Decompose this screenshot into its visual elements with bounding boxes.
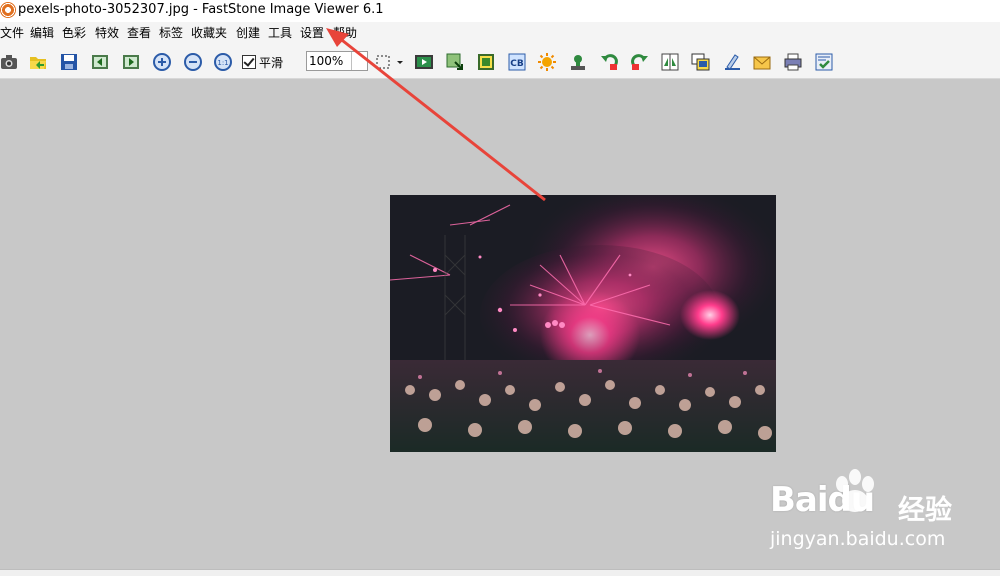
baidu-watermark: Baidu 经验 jingyan.baidu.com	[770, 468, 990, 558]
paw-icon	[836, 469, 874, 512]
watermark-cn: 经验	[898, 495, 952, 526]
watermark-url: jingyan.baidu.com	[770, 528, 946, 550]
